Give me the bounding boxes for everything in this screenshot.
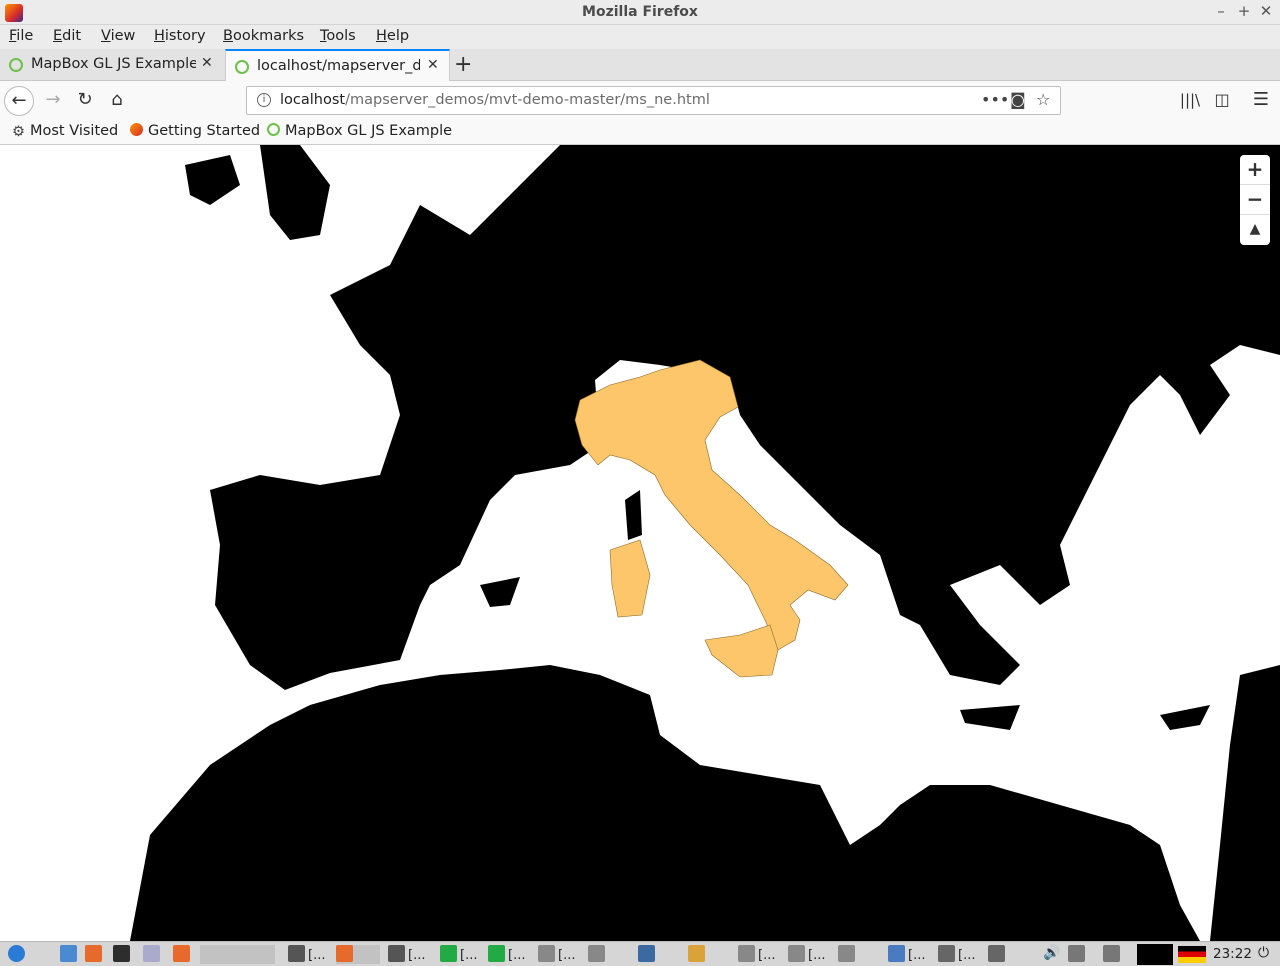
window-title: Mozilla Firefox [582, 4, 698, 20]
taskbar-item-pgadmin[interactable] [638, 945, 658, 964]
taskbar-item-window-2[interactable]: [... [938, 945, 975, 964]
mapbox-favicon-icon [9, 58, 23, 72]
menu-history[interactable]: History [154, 28, 206, 44]
cpu-monitor-graph [1137, 944, 1173, 965]
bookmark-star-icon[interactable]: ☆ [1036, 90, 1050, 109]
taskbar-item-folder[interactable]: [... [288, 945, 325, 964]
taskbar-item-sql[interactable] [688, 945, 708, 964]
pocket-icon[interactable]: ◙ [1010, 90, 1026, 109]
sardinia-highlight[interactable] [609, 539, 651, 618]
forward-arrow-icon[interactable]: → [38, 86, 68, 116]
url-path: /mapserver_demos/mvt-demo-master/ms_ne.h… [345, 92, 710, 108]
navigation-toolbar: ← → ↻ ⌂ i localhost/mapserver_demos/mvt-… [0, 81, 1280, 119]
url-host: localhost [280, 92, 346, 108]
zoom-out-button[interactable]: − [1240, 185, 1270, 215]
land-uk [260, 145, 330, 240]
zoom-in-button[interactable]: + [1240, 155, 1270, 185]
close-window-icon[interactable]: ✕ [1256, 2, 1276, 20]
taskbar-item-doc[interactable]: [... [538, 945, 575, 964]
firefox-launcher-icon[interactable] [85, 945, 105, 964]
reload-icon[interactable]: ↻ [70, 86, 100, 116]
menu-tools[interactable]: Tools [320, 28, 356, 44]
taskbar-item-window-3[interactable] [988, 945, 1008, 964]
tab-bar: MapBox GL JS Example ✕ localhost/mapserv… [0, 49, 1280, 82]
page-actions-icon[interactable]: ••• [981, 90, 1009, 109]
library-icon[interactable]: |||\ [1175, 86, 1205, 116]
menu-view[interactable]: View [101, 28, 135, 44]
taskbar-item-window[interactable]: [... [888, 945, 925, 964]
land-mallorca [480, 577, 520, 607]
land-cyprus [1160, 705, 1210, 730]
menu-help[interactable]: Help [376, 28, 409, 44]
land-crete [960, 705, 1020, 730]
taskbar-item-terminal-2[interactable]: [... [488, 945, 525, 964]
land-corsica [625, 490, 642, 540]
tab-mapbox[interactable]: MapBox GL JS Example ✕ [0, 49, 224, 81]
maximize-icon[interactable]: + [1234, 2, 1254, 20]
volume-icon[interactable]: 🔊 [1043, 945, 1060, 964]
back-arrow-icon[interactable]: ← [4, 86, 34, 116]
mapbox-favicon-icon [267, 123, 280, 136]
land-africa [0, 665, 1200, 941]
file-manager-launcher-icon[interactable] [60, 945, 80, 964]
bookmark-label: Most Visited [30, 123, 119, 139]
land-middle-east [1210, 665, 1280, 941]
window-titlebar: Mozilla Firefox – + ✕ [0, 0, 1280, 25]
minimize-icon[interactable]: – [1211, 2, 1231, 20]
sicily-highlight[interactable] [704, 624, 779, 678]
bookmark-label: MapBox GL JS Example [285, 123, 453, 139]
menu-bar: File Edit View History Bookmarks Tools H… [0, 25, 1280, 49]
map-svg [0, 145, 1280, 941]
menu-bookmarks[interactable]: Bookmarks [223, 28, 304, 44]
home-icon[interactable]: ⌂ [102, 86, 132, 116]
sidebar-icon[interactable]: ◫ [1207, 86, 1237, 116]
tab-label: localhost/mapserver_de [257, 58, 420, 74]
firefox-icon [130, 123, 143, 136]
bookmarks-toolbar: ⚙ Most Visited Getting Started MapBox GL … [0, 119, 1280, 145]
taskbar-item-files[interactable]: [... [388, 945, 425, 964]
menu-file[interactable]: File [9, 28, 33, 44]
workspace-switcher[interactable] [200, 945, 275, 964]
tab-label: MapBox GL JS Example [31, 56, 196, 72]
taskbar-item-doc-4[interactable]: [... [788, 945, 825, 964]
map-navigation-control: + − ▲ [1240, 155, 1270, 245]
url-text[interactable]: localhost/mapserver_demos/mvt-demo-maste… [280, 92, 710, 108]
bookmark-most-visited[interactable]: ⚙ Most Visited [12, 123, 119, 140]
display-icon[interactable] [1103, 945, 1123, 964]
bookmark-mapbox[interactable]: MapBox GL JS Example [267, 123, 452, 139]
tab-close-icon[interactable]: ✕ [201, 55, 213, 71]
taskbar-item-doc-3[interactable]: [... [738, 945, 775, 964]
window-launcher-icon[interactable] [143, 945, 163, 964]
gear-icon: ⚙ [12, 124, 25, 140]
taskbar-item-doc-2[interactable] [588, 945, 608, 964]
site-info-icon[interactable]: i [257, 93, 271, 107]
power-icon[interactable]: ⏻ [1258, 945, 1269, 964]
mapbox-favicon-icon [235, 60, 249, 74]
keyboard-layout-flag-icon[interactable] [1178, 946, 1206, 963]
bookmark-label: Getting Started [148, 123, 261, 139]
menu-edit[interactable]: Edit [53, 28, 81, 44]
land-ireland [185, 155, 240, 205]
taskbar-item-doc-5[interactable] [838, 945, 858, 964]
bookmark-getting-started[interactable]: Getting Started [130, 123, 260, 139]
start-menu-icon[interactable] [8, 945, 28, 964]
map-canvas[interactable] [0, 145, 1280, 941]
tab-close-icon[interactable]: ✕ [427, 57, 439, 73]
hamburger-menu-icon[interactable]: ☰ [1246, 86, 1276, 116]
firefox-small-icon[interactable] [173, 945, 193, 964]
taskbar: [... [... [... [... [... [... [... [... … [0, 941, 1280, 966]
clock[interactable]: 23:22 [1213, 946, 1252, 962]
taskbar-item-terminal[interactable]: [... [440, 945, 477, 964]
network-icon[interactable] [1068, 945, 1088, 964]
new-tab-plus-icon[interactable]: + [454, 52, 472, 77]
terminal-launcher-icon[interactable] [113, 945, 133, 964]
url-bar[interactable]: i localhost/mapserver_demos/mvt-demo-mas… [246, 86, 1061, 115]
land-europe [210, 145, 1280, 690]
tab-localhost[interactable]: localhost/mapserver_de ✕ [225, 49, 450, 82]
taskbar-item-firefox[interactable] [336, 945, 380, 964]
compass-button[interactable]: ▲ [1240, 215, 1270, 245]
